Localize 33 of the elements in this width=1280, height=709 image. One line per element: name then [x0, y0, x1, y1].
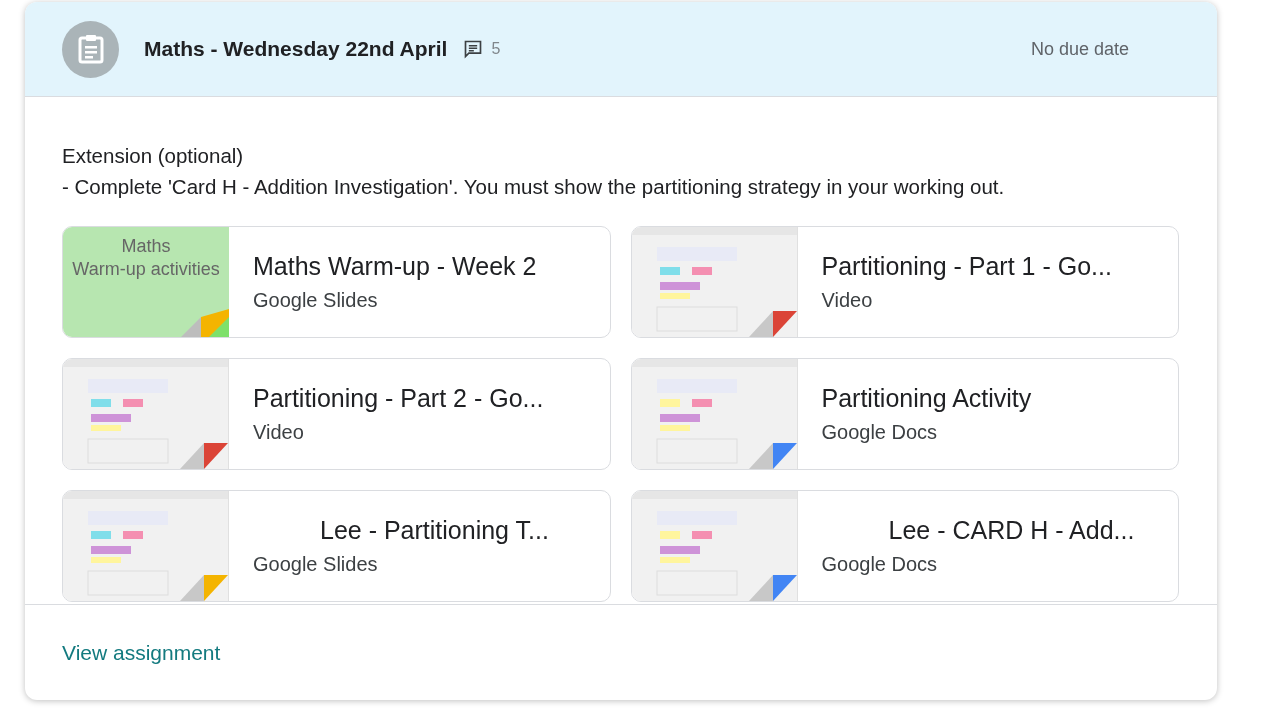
view-assignment-link[interactable]: View assignment	[62, 636, 221, 669]
attachment-type: Video	[821, 288, 874, 313]
type-corner-icon	[748, 575, 797, 601]
type-corner-icon	[180, 575, 228, 601]
attachment-card[interactable]: Maths Warm-up activities Maths Warm-up - Week 2 Google Slides	[62, 226, 611, 338]
attachment-type: Google Docs	[821, 552, 939, 577]
comment-icon	[463, 39, 484, 59]
type-corner-icon	[180, 443, 228, 469]
attachment-card[interactable]: Partitioning - Part 2 - Go... Video	[62, 358, 611, 470]
attachment-title: Partitioning - Part 1 - Go...	[821, 251, 1112, 281]
type-corner-icon	[748, 443, 797, 469]
due-date: No due date	[1030, 37, 1129, 61]
attachment-card[interactable]: Lee - Partitioning T... Google Slides	[62, 490, 611, 602]
attachment-title: Partitioning - Part 2 - Go...	[253, 383, 544, 413]
attachment-type: Google Slides	[253, 552, 379, 577]
comment-count: 5	[491, 39, 501, 59]
attachment-type: Google Docs	[821, 420, 939, 445]
attachment-title: Maths Warm-up - Week 2	[253, 251, 537, 281]
assignment-title: Maths - Wednesday 22nd April	[144, 36, 448, 63]
thumbnail-title: Maths Warm-up activities	[72, 235, 220, 281]
attachment-card[interactable]: Lee - CARD H - Add... Google Docs	[630, 490, 1179, 602]
description-text: Extension (optional)	[62, 143, 245, 169]
attachment-type: Google Slides	[253, 288, 379, 313]
assignment-icon	[62, 20, 119, 78]
attachment-type: Video	[253, 420, 305, 445]
type-corner-icon	[748, 311, 797, 337]
attachment-title: Lee - CARD H - Add...	[887, 515, 1135, 545]
attachment-card[interactable]: Partitioning - Part 1 - Go... Video	[630, 226, 1179, 338]
attachment-title: Partitioning Activity	[821, 383, 1032, 413]
attachment-card[interactable]: Partitioning Activity Google Docs	[630, 358, 1179, 470]
type-corner-icon	[181, 309, 229, 337]
attachment-title: Lee - Partitioning T...	[319, 515, 549, 545]
description-text: - Complete 'Card H - Addition Investigation'. You must show the partitioning strategy in your working out.	[62, 174, 1006, 200]
